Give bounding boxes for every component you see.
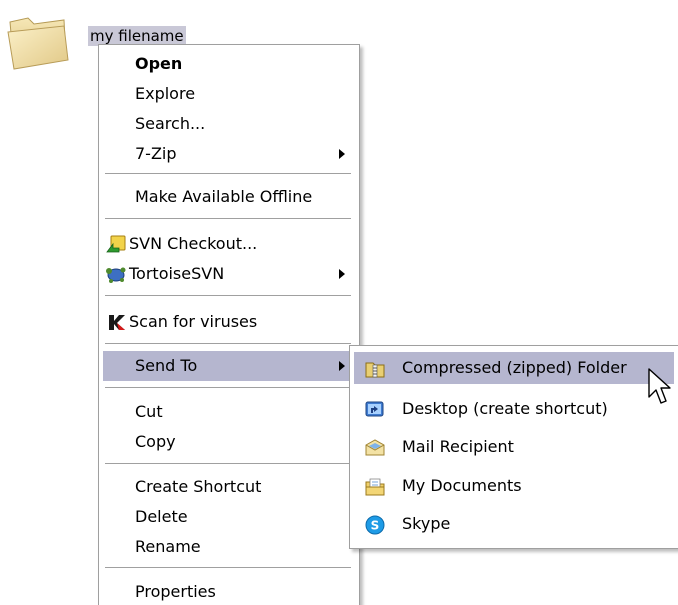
menu-item-create-shortcut[interactable]: Create Shortcut [103, 472, 355, 502]
menu-item-label: Explore [135, 84, 196, 103]
menu-item-label: Send To [135, 356, 198, 375]
menu-item-label: Rename [135, 537, 201, 556]
menu-item-rename[interactable]: Rename [103, 532, 355, 562]
filename-label[interactable]: my filename [88, 26, 186, 46]
arrow-cursor-icon [648, 368, 671, 404]
menu-separator [105, 295, 351, 296]
send-to-item-label: My Documents [402, 476, 522, 495]
send-to-item-label: Desktop (create shortcut) [402, 399, 608, 418]
menu-item-delete[interactable]: Delete [103, 502, 355, 532]
menu-separator [105, 173, 351, 174]
menu-separator [105, 343, 351, 344]
send-to-submenu: Compressed (zipped) Folder Desktop (crea… [349, 345, 678, 549]
mail-recipient-icon [365, 439, 385, 456]
submenu-arrow-icon [339, 361, 345, 371]
menu-item-send-to[interactable]: Send To [103, 351, 355, 381]
menu-item-label: Make Available Offline [135, 187, 313, 206]
folder-icon[interactable] [6, 12, 72, 70]
menu-item-label: Search... [135, 114, 206, 133]
menu-item-svn-checkout[interactable]: SVN Checkout... [103, 229, 355, 259]
kaspersky-icon [109, 315, 125, 330]
svn-checkout-icon [106, 235, 126, 253]
send-to-skype[interactable]: S Skype [354, 508, 674, 540]
menu-item-open[interactable]: Open [103, 49, 355, 79]
skype-icon: S [365, 515, 385, 535]
menu-separator [105, 387, 351, 388]
menu-item-label: Open [135, 54, 183, 73]
menu-item-explore[interactable]: Explore [103, 79, 355, 109]
menu-item-label: Scan for viruses [129, 312, 258, 331]
menu-item-label: Delete [135, 507, 188, 526]
desktop-shortcut-icon [365, 401, 384, 417]
menu-item-label: TortoiseSVN [129, 264, 225, 283]
send-to-my-documents[interactable]: My Documents [354, 470, 674, 502]
menu-item-label: Cut [135, 402, 163, 421]
desktop: my filename Open Explore Search... 7-Zip… [0, 0, 678, 605]
tortoisesvn-icon [106, 267, 126, 283]
menu-item-copy[interactable]: Copy [103, 427, 355, 457]
submenu-arrow-icon [339, 269, 345, 279]
menu-item-make-available-offline[interactable]: Make Available Offline [103, 182, 355, 212]
zip-folder-icon [365, 362, 385, 378]
menu-item-tortoisesvn[interactable]: TortoiseSVN [103, 259, 355, 289]
send-to-item-label: Skype [402, 514, 451, 533]
menu-item-label: Properties [135, 582, 216, 601]
send-to-item-label: Mail Recipient [402, 437, 514, 456]
my-documents-icon [365, 478, 385, 496]
menu-separator [105, 567, 351, 568]
menu-item-properties[interactable]: Properties [103, 577, 355, 605]
menu-item-7zip[interactable]: 7-Zip [103, 139, 355, 169]
menu-item-label: 7-Zip [135, 144, 177, 163]
send-to-compressed-folder[interactable]: Compressed (zipped) Folder [354, 352, 674, 384]
send-to-mail-recipient[interactable]: Mail Recipient [354, 431, 674, 463]
menu-item-label: SVN Checkout... [129, 234, 258, 253]
svg-text:S: S [371, 519, 380, 533]
menu-item-scan-for-viruses[interactable]: Scan for viruses [103, 307, 355, 337]
submenu-arrow-icon [339, 149, 345, 159]
send-to-desktop-shortcut[interactable]: Desktop (create shortcut) [354, 393, 674, 425]
menu-item-search[interactable]: Search... [103, 109, 355, 139]
menu-separator [105, 218, 351, 219]
menu-item-label: Copy [135, 432, 176, 451]
context-menu: Open Explore Search... 7-Zip Make Availa… [98, 44, 360, 605]
menu-item-label: Create Shortcut [135, 477, 262, 496]
send-to-item-label: Compressed (zipped) Folder [402, 358, 627, 377]
menu-separator [105, 463, 351, 464]
menu-item-cut[interactable]: Cut [103, 397, 355, 427]
